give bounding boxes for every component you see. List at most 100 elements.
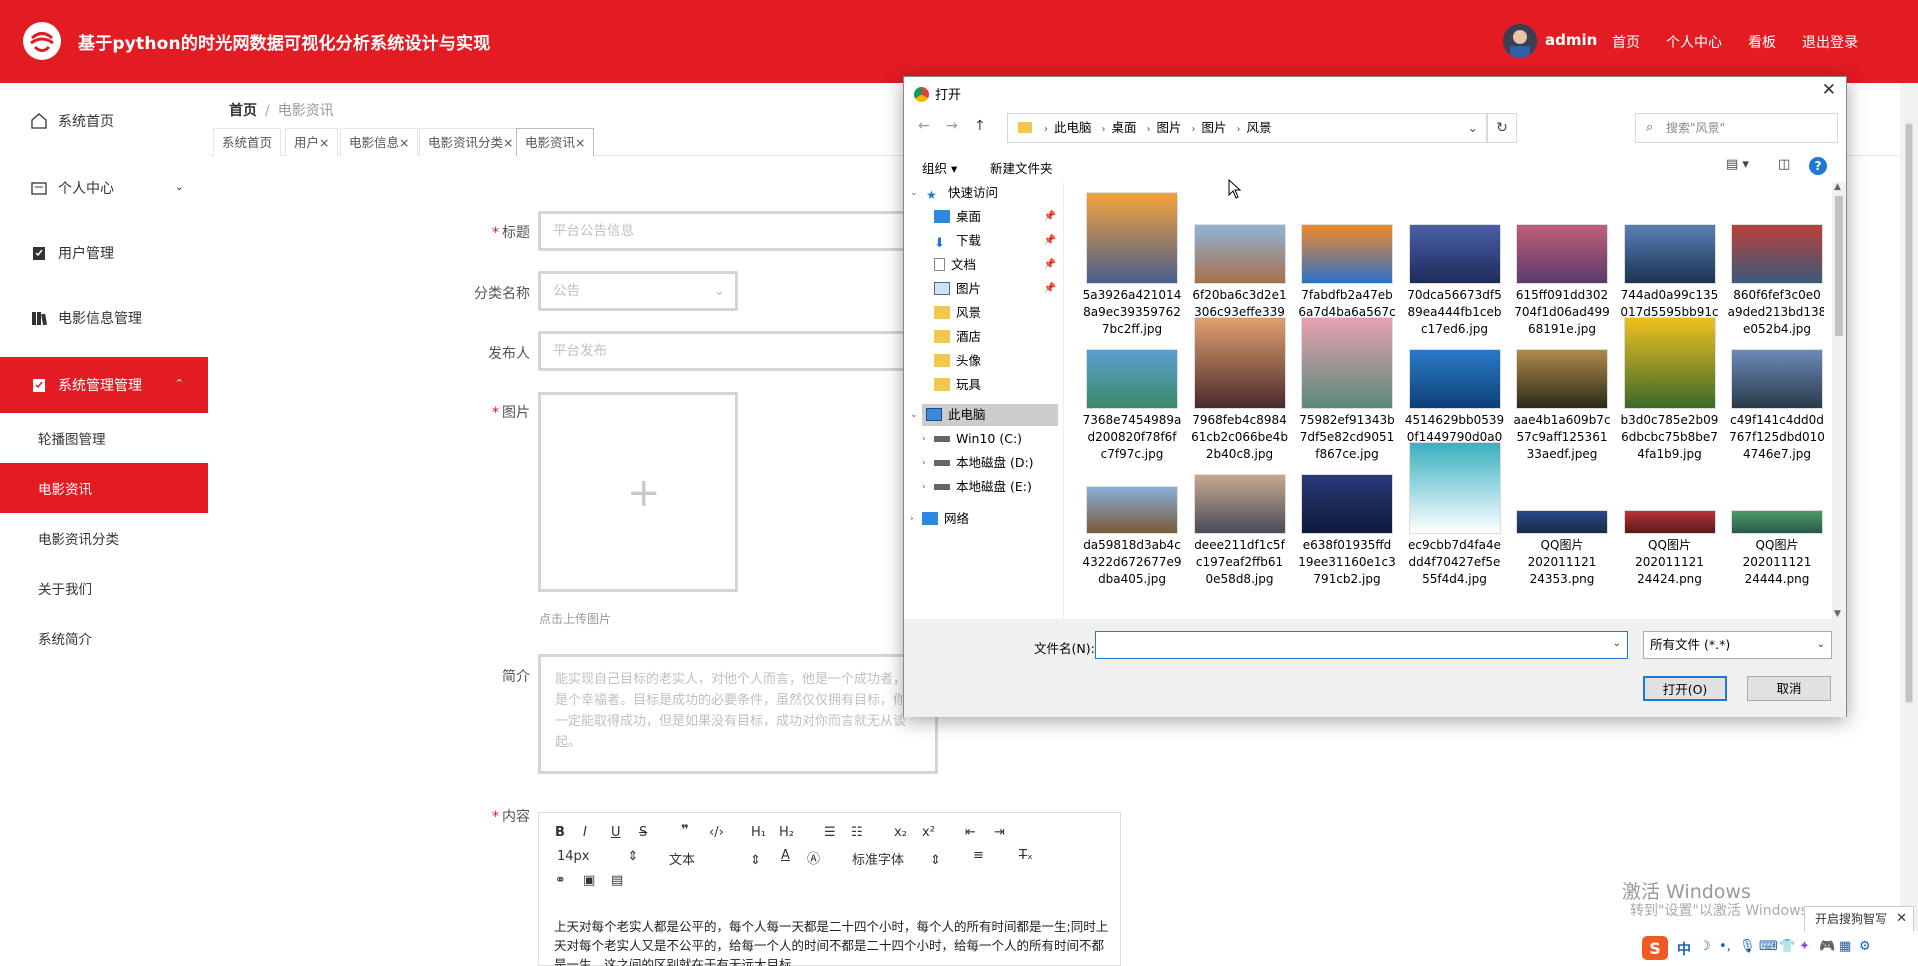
intro-textarea[interactable]: 能实现自己目标的老实人，对他个人而言，他是一个成功者，也是个幸福者。目标是成功的… — [538, 654, 938, 774]
file-name-label[interactable]: da59818d3ab4c 4322d672677e9 dba405.jpg — [1082, 537, 1182, 588]
background-color-icon[interactable]: Ⓐ — [807, 848, 820, 867]
italic-icon[interactable]: I — [583, 825, 587, 840]
font-family-select[interactable]: 标准字体 ⇕ — [852, 849, 941, 868]
file-thumbnail[interactable] — [1408, 442, 1501, 534]
sidebar-subitem-about[interactable]: 关于我们 — [0, 563, 208, 613]
apps-icon[interactable]: ▦ — [1839, 939, 1851, 954]
address-bar[interactable]: › 此电脑 › 桌面 › 图片 › 图片 › 风景 ⌄ — [1007, 113, 1487, 143]
file-thumbnail[interactable] — [1516, 349, 1608, 409]
bullet-list-icon[interactable]: ☷ — [851, 825, 863, 840]
file-thumbnail[interactable] — [1193, 474, 1286, 534]
organize-button[interactable]: 组织 ▾ — [922, 158, 957, 177]
tree-item-scenery[interactable]: 风景 — [934, 302, 981, 324]
file-name-label[interactable]: e638f01935ffd 19ee31160e1c3 791cb2.jpg — [1297, 537, 1397, 588]
file-thumbnail[interactable] — [1301, 224, 1393, 284]
file-name-label[interactable]: 7968feb4c8984 61cb2c066be4b 2b40c8.jpg — [1190, 412, 1290, 463]
nav-home-link[interactable]: 首页 — [1612, 32, 1640, 52]
file-thumbnail[interactable] — [1086, 349, 1178, 409]
code-icon[interactable]: ‹/› — [709, 825, 724, 840]
tree-item-avatar[interactable]: 头像 — [934, 350, 981, 372]
file-name-label[interactable]: c49f141c4dd0d 767f125dbd010 4746e7.jpg — [1727, 412, 1824, 463]
clear-format-icon[interactable]: T̶ₓ — [1019, 848, 1033, 863]
punctuation-icon[interactable]: •, — [1719, 939, 1731, 954]
microphone-icon[interactable]: 🎙 — [1739, 939, 1756, 954]
ime-chinese-icon[interactable]: 中 — [1677, 939, 1691, 959]
indent-icon[interactable]: ⇥ — [994, 825, 1005, 840]
file-thumbnail[interactable] — [1301, 317, 1393, 409]
moon-icon[interactable]: ☽ — [1699, 939, 1711, 954]
image-icon[interactable]: ▣ — [583, 873, 595, 888]
strike-icon[interactable]: S — [639, 825, 647, 840]
file-name-label[interactable]: deee211df1c5f c197eaf2ffb61 0e58d8.jpg — [1190, 537, 1290, 588]
expand-icon[interactable]: › — [922, 482, 926, 492]
tree-item-desktop[interactable]: 桌面 📌 — [934, 206, 1062, 228]
view-options-icon[interactable]: ▤ ▾ — [1726, 157, 1749, 172]
link-icon[interactable]: ⚭ — [555, 873, 566, 888]
file-thumbnail[interactable] — [1086, 486, 1178, 534]
tree-item-toys[interactable]: 玩具 — [934, 374, 981, 396]
file-name-label[interactable]: 70dca56673df5 89ea444fb1ceb c17ed6.jpg — [1405, 287, 1505, 338]
avatar[interactable] — [1503, 24, 1537, 58]
file-name-label[interactable]: b3d0c785e2b09 6dbcbc75b8be7 4fa1b9.jpg — [1620, 412, 1720, 463]
sidebar-subitem-intro[interactable]: 系统简介 — [0, 613, 208, 663]
h1-icon[interactable]: H₁ — [751, 825, 766, 840]
scrollbar-thumb[interactable] — [1835, 196, 1843, 336]
publisher-input[interactable]: 平台发布 — [538, 331, 918, 371]
expand-icon[interactable]: ⌄ — [910, 410, 918, 420]
video-icon[interactable]: ▤ — [611, 873, 623, 888]
sidebar-subitem-news[interactable]: 电影资讯 — [0, 463, 208, 513]
search-input[interactable]: ⌕ 搜索"风景" — [1635, 113, 1838, 143]
file-thumbnail[interactable] — [1623, 224, 1716, 284]
tree-quick-access[interactable]: ★ 快速访问 — [926, 182, 998, 204]
file-thumbnail[interactable] — [1731, 349, 1823, 409]
quote-icon[interactable]: ❞ — [681, 823, 689, 838]
tree-drive-d[interactable]: 本地磁盘 (D:) — [934, 452, 1034, 474]
cancel-button[interactable]: 取消 — [1747, 676, 1831, 701]
sidebar-item-system[interactable]: 系统管理管理 ⌃ — [0, 357, 208, 413]
ordered-list-icon[interactable]: ☰ — [824, 825, 836, 840]
file-name-label[interactable]: QQ图片202011121 24444.png — [1727, 537, 1824, 588]
file-thumbnail[interactable] — [1408, 349, 1501, 409]
help-icon[interactable]: ? — [1809, 157, 1827, 175]
tree-this-pc[interactable]: 此电脑 — [922, 404, 1058, 426]
file-name-label[interactable]: 860f6fef3c0e0 a9ded213bd138 e052b4.jpg — [1727, 287, 1824, 338]
path-segment[interactable]: 风景 — [1246, 120, 1271, 135]
refresh-icon[interactable]: ↻ — [1487, 113, 1517, 143]
preview-pane-icon[interactable]: ◫ — [1778, 157, 1790, 172]
tree-drive-c[interactable]: Win10 (C:) — [934, 428, 1022, 450]
expand-icon[interactable]: › — [910, 514, 914, 524]
sidebar-item-profile[interactable]: 个人中心 ⌄ — [0, 160, 208, 216]
outdent-icon[interactable]: ⇤ — [965, 825, 976, 840]
tree-item-hotel[interactable]: 酒店 — [934, 326, 981, 348]
tab-home[interactable]: 系统首页 — [213, 128, 282, 156]
keyboard-icon[interactable]: ⌨ — [1759, 939, 1778, 954]
file-thumbnail[interactable] — [1516, 510, 1608, 534]
file-thumbnail[interactable] — [1408, 224, 1501, 284]
game-icon[interactable]: 🎮 — [1819, 939, 1835, 954]
tree-item-pictures[interactable]: 图片 📌 — [934, 278, 1062, 300]
file-name-label[interactable]: 615ff091dd302 704f1d06ad499 68191e.jpg — [1512, 287, 1612, 338]
bold-icon[interactable]: B — [555, 825, 565, 840]
nav-dashboard-link[interactable]: 看板 — [1748, 32, 1776, 52]
page-scrollbar[interactable] — [1900, 83, 1918, 966]
forward-icon[interactable]: → — [946, 118, 958, 134]
up-icon[interactable]: ↑ — [974, 118, 986, 134]
tab-movie-info[interactable]: 电影信息× — [340, 128, 419, 156]
file-thumbnail[interactable] — [1516, 224, 1608, 284]
block-type-select[interactable]: 文本 ⇕ — [669, 849, 761, 868]
nav-logout-link[interactable]: 退出登录 — [1802, 32, 1858, 52]
tree-network[interactable]: 网络 — [922, 508, 969, 530]
file-name-label[interactable]: 7368e7454989a d200820f78f6f c7f97c.jpg — [1082, 412, 1182, 463]
file-name-label[interactable]: 75982ef91343b 7df5e82cd9051 f867ce.jpg — [1297, 412, 1397, 463]
open-button[interactable]: 打开(O) — [1643, 676, 1727, 701]
new-folder-button[interactable]: 新建文件夹 — [990, 158, 1053, 177]
align-icon[interactable]: ≡ — [973, 848, 984, 863]
font-color-icon[interactable]: A — [781, 848, 790, 863]
chevron-down-icon[interactable]: ⌄ — [1613, 638, 1621, 649]
filename-input[interactable]: ⌄ — [1095, 631, 1628, 659]
tree-item-downloads[interactable]: ⬇ 下载 📌 — [934, 230, 1062, 252]
expand-icon[interactable]: › — [922, 434, 926, 444]
skin-icon[interactable]: ✦ — [1799, 939, 1810, 954]
file-thumbnail[interactable] — [1731, 224, 1823, 284]
file-name-label[interactable]: QQ图片202011121 24353.png — [1512, 537, 1612, 588]
